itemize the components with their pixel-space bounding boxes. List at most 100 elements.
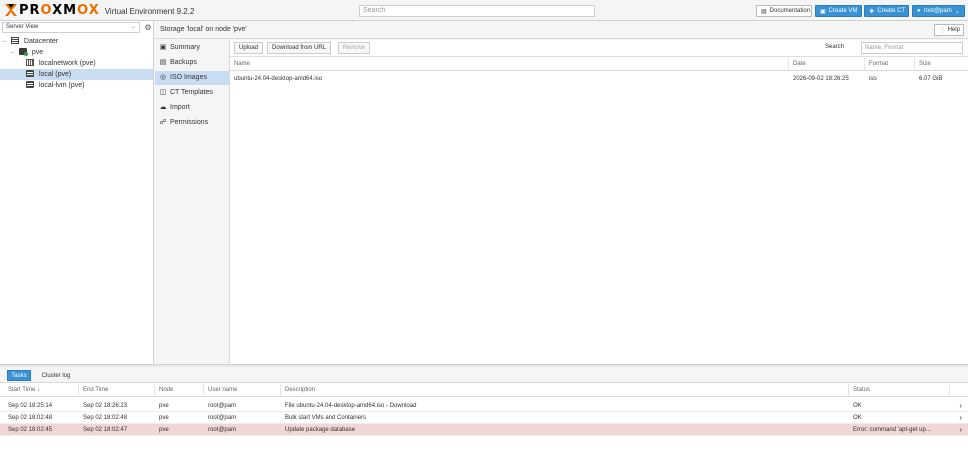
column-header-size[interactable]: Size [915,58,968,71]
filter-search-input[interactable]: Name, Format [861,42,963,54]
import-icon: ☁ [159,104,167,111]
remove-button[interactable]: Remove [338,42,370,54]
documentation-label: Documentation [769,8,811,14]
backup-icon: ▤ [159,59,167,66]
global-search-input[interactable]: Search [359,5,595,17]
column-header-user[interactable]: User name [204,384,281,397]
book-icon: ▤ [761,8,767,15]
tree-item-label: pve [31,49,44,56]
content-header: Storage 'local' on node 'pve' ❔ Help [155,21,968,39]
help-button[interactable]: ❔ Help [934,24,964,36]
task-row-error[interactable]: Sep 02 18:02:45 Sep 02 18:02:47 pve root… [0,424,968,436]
grid-header: Name Date Format Size [230,58,968,71]
toolbar: Upload Download from URL Remove Search N… [230,40,968,57]
download-from-url-button[interactable]: Download from URL [267,42,331,54]
tree-item-local-storage[interactable]: local (pve) [0,69,153,80]
column-header-description[interactable]: Description [281,384,849,397]
help-label: Help [947,27,960,33]
create-vm-label: Create VM [828,8,858,14]
chevron-right-icon[interactable]: › [959,400,962,412]
task-user: root@pam [208,427,237,433]
monitor-icon: ▣ [820,8,826,15]
task-start: Sep 02 18:02:45 [8,427,53,433]
tree-item-label: Datacenter [23,38,59,45]
tree-item-datacenter[interactable]: – Datacenter [0,36,153,47]
task-description: File ubuntu-24.04-desktop-amd64.iso - Do… [285,403,417,409]
nav-item-permissions[interactable]: ☍ Permissions [155,116,229,130]
gear-icon[interactable]: ⚙ [143,22,153,33]
documentation-button[interactable]: ▤ Documentation [756,5,812,17]
log-tabs: Tasks Cluster log [0,367,968,383]
resource-tree-panel: Server View ⌄ ⚙ – Datacenter – pve local… [0,21,154,364]
create-ct-label: Create CT [877,8,906,14]
task-status: Error: command 'apt-get up... [853,427,931,433]
column-header-node[interactable]: Node [155,384,204,397]
chevron-right-icon[interactable]: › [959,412,962,424]
tree-item-local-lvm[interactable]: local-lvm (pve) [0,80,153,91]
task-row[interactable]: Sep 02 18:02:48 Sep 02 18:02:48 pve root… [0,412,968,424]
chevron-right-icon[interactable]: › [959,424,962,436]
iso-format: iso [869,76,877,82]
brand-name: PROXMOX [19,2,100,18]
column-header-date[interactable]: Date [789,58,865,71]
iso-size: 6.07 GiB [919,76,943,82]
search-label: Search [825,44,845,50]
view-selector[interactable]: Server View ⌄ [2,22,140,33]
datacenter-icon [10,37,19,44]
storage-nav: ▣ Summary ▤ Backups ◎ ISO Images ◫ CT Templa… [155,40,230,364]
task-description: Bulk start VMs and Containers [285,415,367,421]
iso-name: ubuntu-24.04-desktop-amd64.iso [234,76,323,82]
storage-icon [26,70,34,77]
task-status: OK [853,403,862,409]
column-header-name[interactable]: Name [230,58,789,71]
table-row[interactable]: ubuntu-24.04-desktop-amd64.iso 2026-09-0… [230,73,968,85]
task-user: root@pam [208,403,237,409]
task-start: Sep 02 18:02:48 [8,415,53,421]
task-node: pve [159,427,169,433]
tree-item-label: local (pve) [38,71,72,78]
storage-icon [26,81,34,88]
nav-item-label: Backups [170,59,197,66]
user-label: root@pam [923,8,952,14]
lock-icon: ☍ [159,119,167,126]
tree-item-node-pve[interactable]: – pve [0,47,153,58]
network-icon [26,59,34,66]
question-icon: ❔ [938,27,946,34]
task-row[interactable]: Sep 02 18:25:14 Sep 02 18:26:23 pve root… [0,400,968,412]
chevron-down-icon: ⌄ [130,24,136,30]
column-header-start-time[interactable]: Start Time ↓ [4,384,79,397]
nav-item-import[interactable]: ☁ Import [155,101,229,115]
user-menu-button[interactable]: ● root@pam ⌄ [912,5,965,17]
tree-item-label: local-lvm (pve) [38,82,85,89]
create-ct-button[interactable]: ❖ Create CT [864,5,909,17]
column-header-status[interactable]: Status [849,384,950,397]
create-vm-button[interactable]: ▣ Create VM [815,5,862,17]
nav-item-iso-images[interactable]: ◎ ISO Images [155,71,229,85]
iso-date: 2026-09-02 18:26:25 [793,76,849,82]
chevron-down-icon: ⌄ [954,8,960,15]
proxmox-logo: PROXMOX Virtual Environment 9.2.2 [4,2,194,18]
user-icon: ● [917,8,921,14]
task-status: OK [853,415,862,421]
log-header: Start Time ↓ End Time Node User name Des… [0,384,968,397]
tree-item-localnetwork[interactable]: localnetwork (pve) [0,58,153,69]
top-header: PROXMOX Virtual Environment 9.2.2 Search… [0,0,968,21]
task-node: pve [159,415,169,421]
task-end: Sep 02 18:02:48 [83,415,128,421]
iso-images-panel: Upload Download from URL Remove Search N… [230,40,968,364]
task-start: Sep 02 18:25:14 [8,403,53,409]
column-header-format[interactable]: Format [865,58,915,71]
column-header-end-time[interactable]: End Time [79,384,155,397]
upload-button[interactable]: Upload [234,42,263,54]
nav-item-summary[interactable]: ▣ Summary [155,41,229,55]
view-selector-label: Server View [6,24,39,30]
nav-item-ct-templates[interactable]: ◫ CT Templates [155,86,229,100]
cube-icon: ❖ [869,8,875,15]
tab-cluster-log[interactable]: Cluster log [36,370,76,381]
nav-item-backups[interactable]: ▤ Backups [155,56,229,70]
nav-item-label: CT Templates [170,89,213,96]
task-description: Update package database [285,427,356,433]
nav-item-label: ISO Images [170,74,207,81]
tab-tasks[interactable]: Tasks [7,370,31,381]
page-title: Storage 'local' on node 'pve' [160,26,247,33]
